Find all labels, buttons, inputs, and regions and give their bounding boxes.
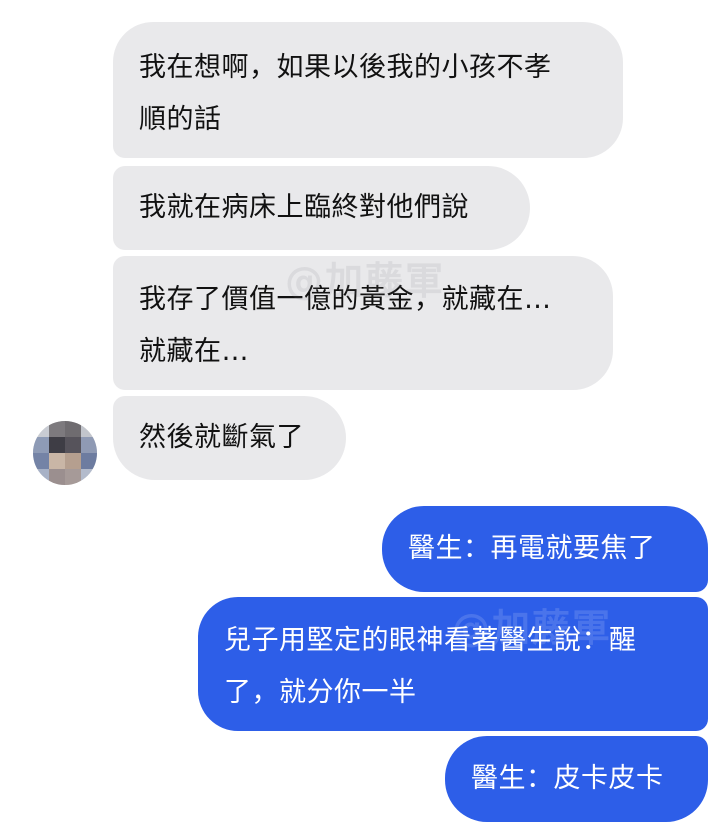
outgoing-message-bubble[interactable]: 醫生：再電就要焦了 bbox=[382, 506, 708, 592]
outgoing-message-bubble[interactable]: 醫生：皮卡皮卡 bbox=[445, 736, 708, 822]
sender-avatar[interactable] bbox=[33, 421, 97, 485]
incoming-message-bubble[interactable]: 我就在病床上臨終對他們說 bbox=[113, 166, 530, 250]
outgoing-message-bubble[interactable]: 兒子用堅定的眼神看著醫生說：醒 了，就分你一半 bbox=[198, 597, 708, 731]
incoming-message-bubble[interactable]: 我存了價值一億的黃金，就藏在… 就藏在… bbox=[113, 256, 613, 390]
incoming-message-bubble[interactable]: 然後就斷氣了 bbox=[113, 396, 346, 480]
incoming-message-bubble[interactable]: 我在想啊，如果以後我的小孩不孝 順的話 bbox=[113, 22, 623, 158]
